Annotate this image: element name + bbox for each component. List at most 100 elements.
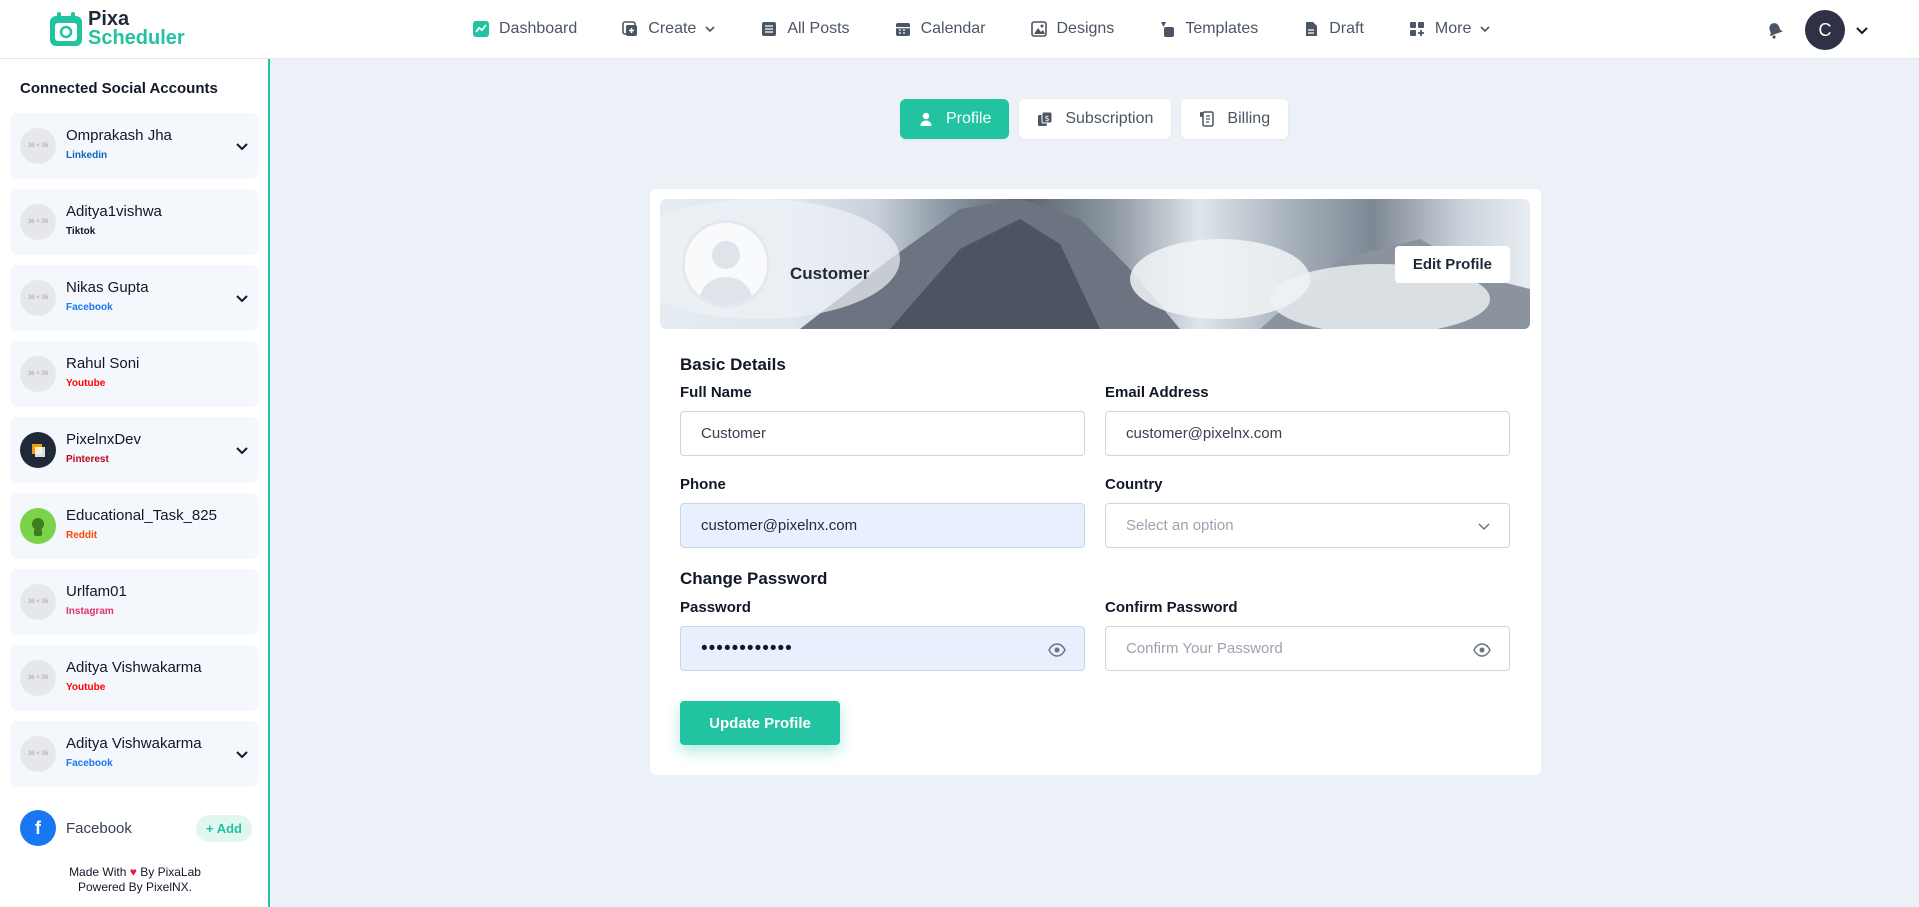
eye-icon[interactable]	[1473, 641, 1491, 659]
full-name-label: Full Name	[680, 384, 752, 401]
avatar: 36 × 36	[20, 204, 56, 240]
nav-templates[interactable]: Templates	[1158, 20, 1258, 38]
account-item[interactable]: 36 × 36 Omprakash Jha Linkedin	[10, 113, 259, 179]
chevron-down-icon[interactable]	[235, 747, 249, 761]
main-nav: Dashboard Create All Posts Calendar Desi…	[472, 0, 1535, 58]
billing-icon	[1200, 111, 1215, 127]
avatar	[20, 432, 56, 468]
profile-name: Customer	[790, 264, 870, 283]
account-platform: Pinterest	[66, 454, 109, 465]
account-item[interactable]: 36 × 36 Aditya Vishwakarma Facebook	[10, 721, 259, 787]
sidebar-footer: Made With ♥ By PixaLab Powered By PixelN…	[0, 865, 270, 895]
account-item[interactable]: 36 × 36 Urlfam01 Instagram	[10, 569, 259, 635]
account-name: PixelnxDev	[66, 431, 142, 448]
confirm-password-placeholder: Confirm Your Password	[1126, 640, 1283, 657]
nav-calendar[interactable]: Calendar	[894, 20, 986, 38]
update-profile-button[interactable]: Update Profile	[680, 701, 840, 745]
file-icon	[1302, 20, 1320, 38]
chevron-down-icon	[705, 26, 715, 33]
country-label: Country	[1105, 476, 1163, 493]
avatar: 36 × 36	[20, 660, 56, 696]
calendar-icon	[894, 20, 912, 38]
nav-all-posts[interactable]: All Posts	[760, 20, 850, 38]
tab-profile-label: Profile	[946, 110, 992, 127]
add-account-button[interactable]: + Add	[195, 814, 252, 842]
account-platform: Facebook	[66, 302, 113, 313]
account-name: Omprakash Jha	[66, 127, 172, 144]
account-name: Aditya1vishwa	[66, 203, 162, 220]
avatar: 36 × 36	[20, 584, 56, 620]
nav-designs[interactable]: Designs	[1030, 20, 1115, 38]
account-platform: Instagram	[66, 606, 114, 617]
tab-billing-label: Billing	[1227, 110, 1271, 127]
nav-more[interactable]: More	[1408, 20, 1491, 38]
default-user-icon	[685, 223, 767, 305]
nav-more-label: More	[1434, 20, 1472, 37]
email-field[interactable]: customer@pixelnx.com	[1105, 411, 1510, 456]
bell-icon[interactable]	[1765, 20, 1785, 40]
list-icon	[760, 20, 778, 38]
account-item[interactable]: Educational_Task_825 Reddit	[10, 493, 259, 559]
chevron-down-icon[interactable]	[235, 139, 249, 153]
chevron-down-icon	[1478, 523, 1490, 531]
phone-field[interactable]: customer@pixelnx.com	[680, 503, 1085, 548]
account-name: Nikas Gupta	[66, 279, 149, 296]
nav-dashboard-label: Dashboard	[499, 20, 578, 37]
nav-create-label: Create	[648, 20, 697, 37]
password-value: ••••••••••••	[701, 637, 793, 659]
phone-label: Phone	[680, 476, 726, 493]
user-avatar[interactable]: C	[1805, 10, 1845, 50]
email-label: Email Address	[1105, 384, 1209, 401]
tab-billing[interactable]: Billing	[1181, 99, 1289, 139]
profile-avatar[interactable]	[682, 220, 770, 308]
footer-powered-by: Powered By PixelNX.	[77, 880, 193, 894]
edit-profile-button[interactable]: Edit Profile	[1394, 246, 1510, 283]
shapes-icon	[1158, 20, 1176, 38]
subscription-icon: $	[1038, 111, 1053, 126]
account-item[interactable]: 36 × 36 Nikas Gupta Facebook	[10, 265, 259, 331]
app-logo[interactable]: Pixa Scheduler	[48, 9, 185, 49]
chevron-down-icon[interactable]	[1855, 23, 1869, 37]
chevron-down-icon[interactable]	[235, 443, 249, 457]
avatar: 36 × 36	[20, 356, 56, 392]
profile-card: Customer Edit Profile Basic Details Full…	[650, 189, 1541, 775]
phone-value: customer@pixelnx.com	[701, 517, 858, 534]
grid-icon	[1408, 20, 1426, 38]
password-label: Password	[680, 599, 751, 616]
tab-subscription[interactable]: $ Subscription	[1019, 99, 1172, 139]
country-placeholder: Select an option	[1126, 517, 1234, 534]
password-field[interactable]: ••••••••••••	[680, 626, 1085, 671]
account-name: Aditya Vishwakarma	[66, 735, 202, 752]
account-platform: Facebook	[66, 758, 113, 769]
chevron-down-icon[interactable]	[235, 291, 249, 305]
account-item[interactable]: PixelnxDev Pinterest	[10, 417, 259, 483]
confirm-password-field[interactable]: Confirm Your Password	[1105, 626, 1510, 671]
confirm-password-label: Confirm Password	[1105, 599, 1238, 616]
nav-designs-label: Designs	[1056, 20, 1115, 37]
nav-draft[interactable]: Draft	[1302, 20, 1364, 38]
country-select[interactable]: Select an option	[1105, 503, 1510, 548]
change-password-title: Change Password	[680, 569, 828, 588]
nav-create[interactable]: Create	[621, 20, 716, 38]
eye-icon[interactable]	[1048, 641, 1066, 659]
account-name: Rahul Soni	[66, 355, 140, 372]
footer-made-with: Made With	[69, 865, 127, 879]
plus-square-icon	[621, 20, 639, 38]
nav-dashboard[interactable]: Dashboard	[472, 20, 577, 38]
nav-all-posts-label: All Posts	[787, 20, 850, 37]
reddit-avatar-icon	[32, 518, 44, 536]
profile-banner: Customer Edit Profile	[660, 199, 1530, 329]
logo-line-2: Scheduler	[88, 27, 185, 49]
calendar-logo-icon	[50, 12, 82, 46]
account-item[interactable]: 36 × 36 Aditya1vishwa Tiktok	[10, 189, 259, 255]
nav-draft-label: Draft	[1329, 20, 1364, 37]
email-value: customer@pixelnx.com	[1126, 425, 1283, 442]
profile-tabs: Profile $ Subscription Billing	[900, 99, 1298, 139]
account-item[interactable]: 36 × 36 Rahul Soni Youtube	[10, 341, 259, 407]
account-item[interactable]: 36 × 36 Aditya Vishwakarma Youtube	[10, 645, 259, 711]
user-area: C	[1765, 10, 1869, 50]
full-name-field[interactable]: Customer	[680, 411, 1085, 456]
image-icon	[1030, 20, 1048, 38]
account-platform: Youtube	[66, 682, 106, 693]
tab-profile[interactable]: Profile	[900, 99, 1010, 139]
